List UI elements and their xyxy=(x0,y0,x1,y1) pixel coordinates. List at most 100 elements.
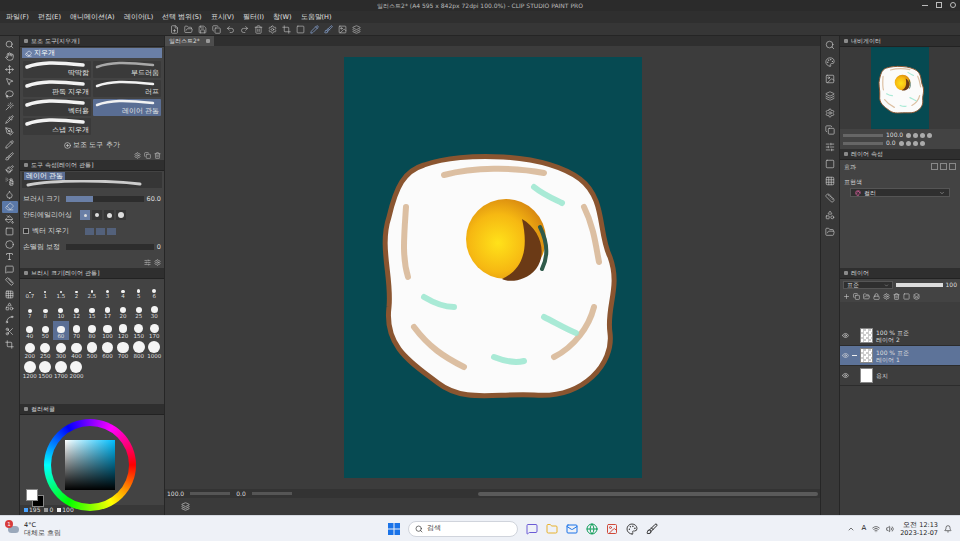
taskbar-app-icon[interactable] xyxy=(586,523,598,535)
layer-action-icon[interactable] xyxy=(843,293,850,300)
brush-size-cell[interactable]: 2000 xyxy=(69,361,85,380)
panel-toggle-icon[interactable] xyxy=(825,176,835,186)
taskbar-app-icon[interactable] xyxy=(546,523,558,535)
menu-item[interactable]: 애니메이션(A) xyxy=(70,14,115,21)
brush-size-cell[interactable]: 120 xyxy=(115,321,131,340)
layer-action-icon[interactable] xyxy=(883,293,890,300)
toolbar-icon[interactable] xyxy=(352,25,361,34)
zoom-slider[interactable] xyxy=(190,492,230,495)
navigator-slider[interactable] xyxy=(843,142,883,145)
brush-size-cell[interactable]: 12 xyxy=(69,301,85,320)
panel-action-icon[interactable] xyxy=(154,152,161,159)
brush-size-cell[interactable]: 4 xyxy=(115,281,131,300)
tool-button[interactable] xyxy=(2,176,18,189)
canvas-scrollbar[interactable] xyxy=(478,492,818,496)
tool-button[interactable] xyxy=(2,226,18,239)
navigator-button-icon[interactable] xyxy=(906,141,911,146)
tool-button[interactable] xyxy=(2,326,18,339)
navigator-slider[interactable] xyxy=(843,134,883,137)
navigator-button-icon[interactable] xyxy=(906,133,911,138)
erase-mode-icon[interactable] xyxy=(107,228,116,235)
toolbar-icon[interactable] xyxy=(324,25,333,34)
brush-size-cell[interactable]: 17 xyxy=(100,301,116,320)
menu-item[interactable]: 편집(E) xyxy=(38,14,61,21)
toolbar-icon[interactable] xyxy=(226,25,235,34)
brush-size-cell[interactable]: 0.7 xyxy=(22,281,38,300)
menu-item[interactable]: 도움말(H) xyxy=(301,14,332,21)
brush-size-cell[interactable]: 25 xyxy=(131,301,147,320)
panel-action-icon[interactable] xyxy=(134,152,141,159)
antialiasing-option[interactable] xyxy=(80,210,90,220)
layer-action-icon[interactable] xyxy=(903,293,910,300)
brush-size-cell[interactable]: 1500 xyxy=(38,361,54,380)
layer-row[interactable]: 100 % 표준레이어 2 xyxy=(840,326,960,346)
brush-size-cell[interactable]: 30 xyxy=(146,301,162,320)
layer-action-icon[interactable] xyxy=(913,293,920,300)
brush-size-cell[interactable]: 50 xyxy=(38,321,54,340)
brush-size-cell[interactable]: 7 xyxy=(22,301,38,320)
taskbar-search[interactable]: 검색 xyxy=(408,521,518,537)
toolbar-icon[interactable] xyxy=(184,25,193,34)
effect-icon[interactable] xyxy=(949,163,956,170)
opacity-slider[interactable] xyxy=(896,283,943,287)
taskbar-app-icon[interactable] xyxy=(646,523,658,535)
layer-row[interactable]: 용지 xyxy=(840,366,960,386)
erase-mode-icon[interactable] xyxy=(96,228,105,235)
visibility-icon[interactable] xyxy=(842,332,849,339)
tool-button[interactable] xyxy=(2,301,18,314)
rotation-value[interactable]: 0.0 xyxy=(236,491,246,497)
tool-button[interactable] xyxy=(2,163,18,176)
tool-button[interactable] xyxy=(2,251,18,264)
brush-size-cell[interactable]: 150 xyxy=(131,321,147,340)
effect-icon[interactable] xyxy=(931,163,938,170)
panel-toggle-icon[interactable] xyxy=(825,159,835,169)
navigator-button-icon[interactable] xyxy=(899,141,904,146)
brush-size-cell[interactable]: 8 xyxy=(38,301,54,320)
navigator-button-icon[interactable] xyxy=(920,133,925,138)
rotation-slider[interactable] xyxy=(252,492,292,495)
panel-toggle-icon[interactable] xyxy=(825,108,835,118)
menu-item[interactable]: 파일(F) xyxy=(6,14,29,21)
panel-toggle-icon[interactable] xyxy=(825,142,835,152)
tool-button[interactable] xyxy=(2,51,18,64)
brush-size-cell[interactable]: 80 xyxy=(84,321,100,340)
hue-ring[interactable] xyxy=(44,419,136,511)
tool-button[interactable] xyxy=(2,276,18,289)
toolbar-icon[interactable] xyxy=(282,25,291,34)
panel-toggle-icon[interactable] xyxy=(825,40,835,50)
panel-action-icon[interactable] xyxy=(144,152,151,159)
taskbar-app-icon[interactable] xyxy=(606,523,618,535)
brush-size-cell[interactable]: 10 xyxy=(53,301,69,320)
saturation-square[interactable] xyxy=(65,440,115,490)
tool-button[interactable] xyxy=(2,126,18,139)
toolbar-icon[interactable] xyxy=(198,25,207,34)
taskbar-app-icon[interactable] xyxy=(526,523,538,535)
panel-toggle-icon[interactable] xyxy=(825,125,835,135)
menu-item[interactable]: 선택 범위(S) xyxy=(162,14,201,21)
tool-button[interactable] xyxy=(2,188,18,201)
sub-tool-item[interactable]: 벡터용 xyxy=(23,99,91,116)
toolbar-icon[interactable] xyxy=(338,25,347,34)
tool-button[interactable] xyxy=(2,76,18,89)
brush-size-cell[interactable]: 2.5 xyxy=(84,281,100,300)
tool-button[interactable] xyxy=(2,238,18,251)
sub-tool-item[interactable]: 스냅 지우개 xyxy=(23,118,91,135)
tool-button[interactable] xyxy=(2,201,18,214)
antialiasing-option[interactable] xyxy=(92,210,102,220)
taskbar-app-icon[interactable] xyxy=(626,523,638,535)
brush-size-cell[interactable]: 20 xyxy=(115,301,131,320)
tray-expand-icon[interactable] xyxy=(847,525,855,533)
tool-button[interactable] xyxy=(2,313,18,326)
toolbar-icon[interactable] xyxy=(170,25,179,34)
toolbar-icon[interactable] xyxy=(268,25,277,34)
panel-toggle-icon[interactable] xyxy=(825,193,835,203)
navigator-button-icon[interactable] xyxy=(927,133,932,138)
brush-size-slider[interactable] xyxy=(66,196,144,202)
brush-size-cell[interactable]: 1000 xyxy=(146,341,162,360)
panel-toggle-icon[interactable] xyxy=(825,227,835,237)
panel-action-icon[interactable] xyxy=(154,259,161,266)
sub-tool-item[interactable]: 부드러움 xyxy=(93,61,161,78)
tool-button[interactable] xyxy=(2,288,18,301)
layer-action-icon[interactable] xyxy=(873,293,880,300)
tool-button[interactable] xyxy=(2,138,18,151)
